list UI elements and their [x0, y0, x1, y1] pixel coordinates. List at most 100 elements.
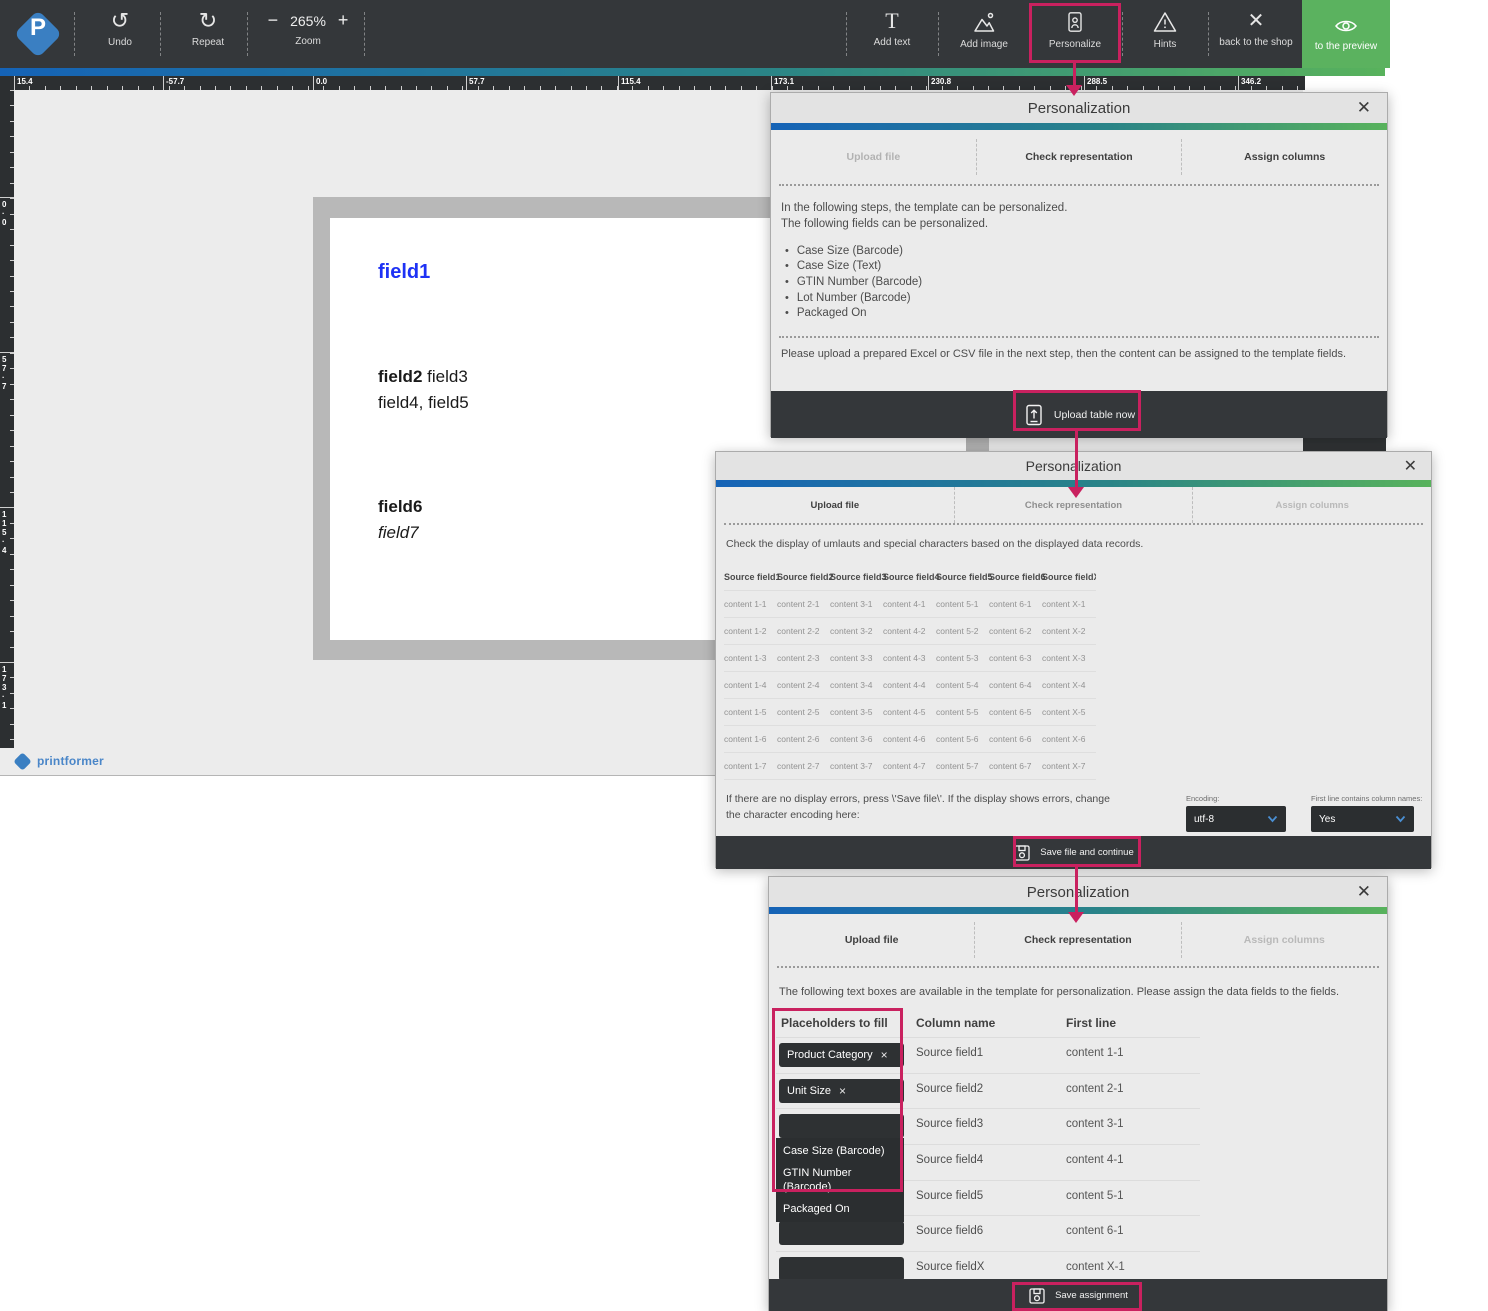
hints-button[interactable]: Hints [1124, 10, 1206, 50]
repeat-label: Repeat [192, 37, 224, 48]
annotation-arrowhead-1 [1066, 85, 1082, 96]
add-text-button[interactable]: T Add text [848, 10, 936, 48]
ruler-label: 57.7 [469, 77, 485, 86]
ruler-tick [632, 86, 633, 90]
undo-icon: ↺ [111, 10, 129, 32]
table-cell: content 5-5 [936, 707, 989, 717]
first-line-cell: content 5-1 [1066, 1190, 1124, 1202]
encoding-select[interactable]: utf-8 [1186, 806, 1286, 832]
add-image-button[interactable]: Add image [940, 10, 1028, 50]
dialog-close-icon[interactable]: ✕ [1404, 452, 1417, 480]
table-cell: content 5-7 [936, 761, 989, 771]
toolbar-divider [1122, 12, 1123, 56]
first-line-label: First line contains column names: [1311, 794, 1422, 803]
tab-check-representation[interactable]: Check representation [977, 151, 1182, 163]
table-cell: content X-3 [1042, 653, 1095, 663]
ruler-tick [10, 260, 14, 261]
table-cell: content 4-1 [883, 599, 936, 609]
table-cell: content 6-7 [989, 761, 1042, 771]
printformer-watermark: printformer [16, 750, 104, 772]
placeholder-input[interactable] [779, 1257, 904, 1281]
ruler-tick [1143, 86, 1144, 90]
ruler-major-tick [771, 76, 772, 90]
table-cell: content 4-3 [883, 653, 936, 663]
ruler-tick [261, 86, 262, 90]
encoding-note-line-1: If there are no display errors, press \'… [726, 793, 1110, 805]
first-line-select[interactable]: Yes [1311, 806, 1414, 832]
column-name-cell: Source field4 [916, 1154, 983, 1166]
tab-upload-file[interactable]: Upload file [771, 151, 976, 163]
undo-button[interactable]: ↺ Undo [85, 10, 155, 48]
printformer-wordmark: printformer [37, 754, 104, 768]
annotation-arrow-1 [1073, 63, 1076, 86]
hints-label: Hints [1154, 39, 1177, 50]
back-to-shop-button[interactable]: ✕ back to the shop [1210, 10, 1302, 48]
template-field6[interactable]: field6 [378, 497, 422, 517]
ruler-tick [107, 86, 108, 90]
table-cell: content 5-8 [936, 788, 989, 789]
ruler-tick [1096, 86, 1097, 90]
ruler-tick [725, 86, 726, 90]
table-cell: content 5-6 [936, 734, 989, 744]
column-name-cell: Source field3 [916, 1118, 983, 1130]
zoom-out-button[interactable]: − [268, 10, 279, 31]
ruler-tick [601, 86, 602, 90]
toolbar-divider [247, 12, 248, 56]
table-header-cell: Source field3 [830, 572, 883, 582]
table-cell: content 4-8 [883, 788, 936, 789]
ruler-tick [895, 86, 896, 90]
table-cell: content X-4 [1042, 680, 1095, 690]
template-field1[interactable]: field1 [378, 261, 430, 284]
dialog-title: Personalization [1027, 884, 1130, 901]
table-header-row: Source field1Source field2Source field3S… [724, 564, 1096, 590]
tab-check-representation[interactable]: Check representation [975, 934, 1180, 946]
ruler-label: 230.8 [931, 77, 951, 86]
template-field3[interactable]: field3 [427, 367, 468, 386]
table-cell: content X-1 [1042, 599, 1095, 609]
table-cell: content 6-1 [989, 599, 1042, 609]
ruler-tick [10, 616, 14, 617]
table-row: content 1-6content 2-6content 3-6content… [724, 725, 1096, 752]
placeholder-input[interactable] [779, 1221, 904, 1245]
tab-assign-columns[interactable]: Assign columns [1182, 151, 1387, 163]
dropdown-option[interactable]: Packaged On [776, 1198, 904, 1220]
annotation-box-placeholders [772, 1008, 903, 1192]
tab-check-representation[interactable]: Check representation [955, 500, 1193, 511]
table-cell: content 4-6 [883, 734, 936, 744]
dialog-close-icon[interactable]: ✕ [1357, 877, 1371, 907]
dialog-titlebar: Personalization [771, 93, 1387, 124]
ruler-tick [833, 86, 834, 90]
printformer-logo[interactable]: P [10, 6, 66, 62]
template-field2[interactable]: field2 [378, 367, 422, 386]
chevron-down-icon [1395, 815, 1406, 823]
ruler-tick [10, 399, 14, 400]
to-the-preview-button[interactable]: to the preview [1302, 0, 1390, 68]
intro-line-1: In the following steps, the template can… [781, 202, 1067, 214]
ruler-tick [385, 86, 386, 90]
toolbar-divider [846, 12, 847, 56]
ruler-tick [1220, 86, 1221, 90]
annotation-box-upload-button [1013, 390, 1141, 431]
table-cell: content 3-8 [830, 788, 883, 789]
template-field4-field5[interactable]: field4, field5 [378, 393, 469, 413]
tab-upload-file[interactable]: Upload file [769, 934, 974, 946]
ruler-tick [524, 86, 525, 90]
tab-upload-file[interactable]: Upload file [716, 500, 954, 511]
dialog-close-icon[interactable]: ✕ [1357, 93, 1371, 123]
ruler-tick [10, 724, 14, 725]
ruler-tick [10, 600, 14, 601]
zoom-in-button[interactable]: + [338, 10, 349, 31]
ruler-tick [10, 152, 14, 153]
ruler-tick [787, 86, 788, 90]
repeat-button[interactable]: ↻ Repeat [172, 10, 244, 48]
tab-assign-columns[interactable]: Assign columns [1182, 934, 1387, 946]
ruler-corner [0, 76, 14, 90]
ruler-tick [849, 86, 850, 90]
to-the-preview-label: to the preview [1315, 41, 1377, 52]
tab-assign-columns[interactable]: Assign columns [1193, 500, 1431, 511]
ruler-tick [555, 86, 556, 90]
intro-line-2: The following fields can be personalized… [781, 218, 988, 230]
ruler-tick [215, 86, 216, 90]
template-field7[interactable]: field7 [378, 523, 419, 543]
ruler-tick [1251, 86, 1252, 90]
